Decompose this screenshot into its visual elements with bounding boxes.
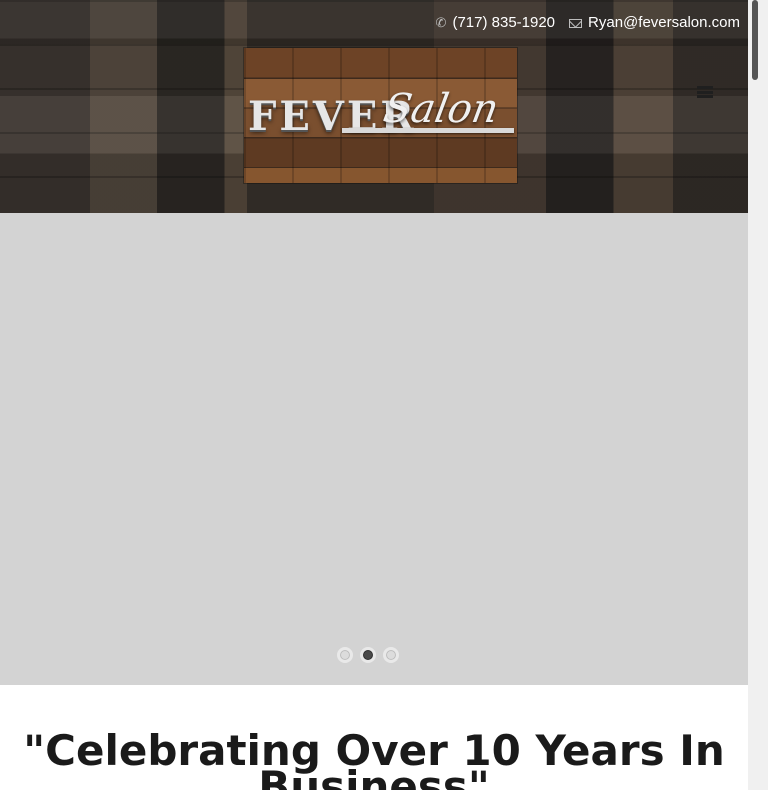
main-content: "Celebrating Over 10 Years In Business" bbox=[0, 685, 748, 790]
slider-dot-2[interactable] bbox=[360, 647, 376, 663]
site-logo[interactable]: FEVER Salon bbox=[244, 48, 517, 183]
slider-dot-3[interactable] bbox=[383, 647, 399, 663]
site-header: ✆ (717) 835-1920 Ryan@feversalon.com FEV… bbox=[0, 0, 748, 213]
contact-bar: ✆ (717) 835-1920 Ryan@feversalon.com bbox=[436, 13, 740, 33]
email-address: Ryan@feversalon.com bbox=[588, 14, 740, 31]
page-heading: "Celebrating Over 10 Years In Business" bbox=[23, 726, 725, 790]
mail-icon bbox=[569, 18, 583, 28]
image-slider bbox=[0, 213, 748, 685]
scrollbar-thumb[interactable] bbox=[752, 0, 758, 80]
phone-icon: ✆ bbox=[435, 15, 447, 30]
hamburger-menu-icon[interactable] bbox=[697, 86, 713, 98]
scrollbar-track[interactable] bbox=[748, 0, 768, 790]
phone-number: (717) 835-1920 bbox=[452, 14, 556, 31]
slider-dot-1[interactable] bbox=[337, 647, 353, 663]
slider-pagination bbox=[337, 647, 399, 663]
page: ✆ (717) 835-1920 Ryan@feversalon.com FEV… bbox=[0, 0, 748, 790]
logo-underline bbox=[342, 128, 514, 133]
phone-link[interactable]: ✆ (717) 835-1920 bbox=[436, 13, 555, 33]
logo-script: Salon bbox=[379, 86, 502, 132]
email-link[interactable]: Ryan@feversalon.com bbox=[569, 13, 740, 33]
